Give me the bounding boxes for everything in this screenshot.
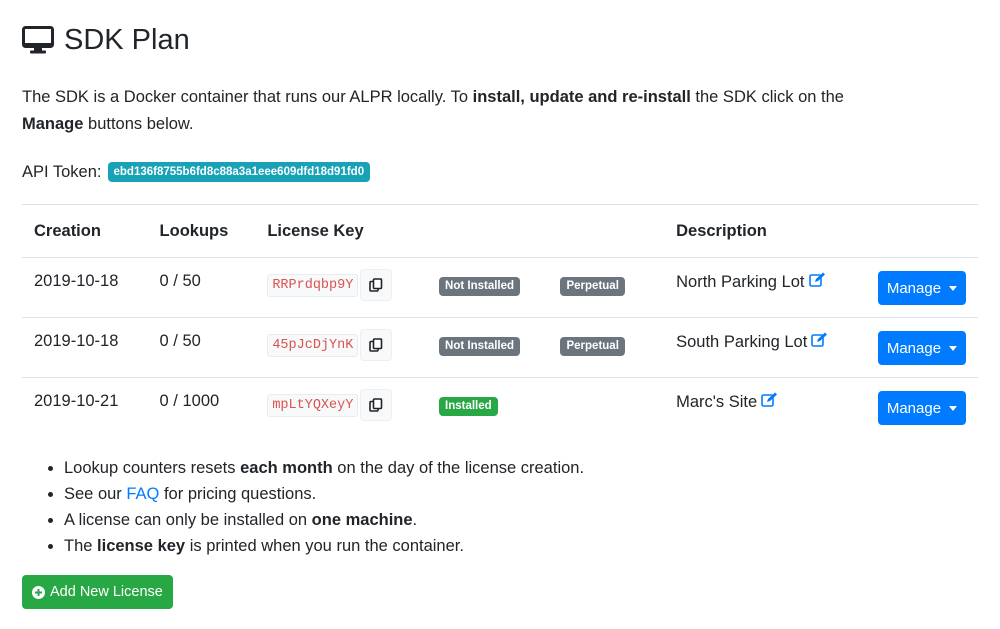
list-item: Lookup counters resets each month on the… — [64, 455, 584, 481]
note-text: See our — [64, 485, 127, 503]
cell-actions: Manage — [865, 257, 978, 318]
cell-license-key: 45pJcDjYnK — [255, 317, 428, 378]
status-badge: Not Installed — [439, 277, 521, 296]
api-token-label: API Token: — [22, 162, 102, 181]
cell-description: Marc's Site — [664, 377, 866, 438]
cell-creation: 2019-10-18 — [22, 257, 148, 318]
table-header-row: Creation Lookups License Key Description — [22, 204, 978, 258]
add-new-license-button[interactable]: Add New License — [22, 575, 173, 609]
note-bold: each month — [240, 459, 333, 477]
status-badge: Installed — [439, 397, 498, 416]
cell-description: South Parking Lot — [664, 317, 866, 378]
status-badge: Not Installed — [439, 337, 521, 356]
edit-icon[interactable] — [808, 272, 826, 292]
manage-button[interactable]: Manage — [877, 331, 966, 365]
api-token-row: API Token: ebd136f8755b6fd8c88a3a1eee609… — [22, 162, 371, 182]
header-description: Description — [664, 204, 866, 258]
note-text: Lookup counters resets — [64, 459, 241, 477]
manage-label: Manage — [886, 339, 942, 357]
header-blank — [865, 204, 978, 258]
note-text: The — [64, 537, 98, 555]
faq-link[interactable]: FAQ — [126, 485, 159, 503]
note-text: is printed when you run the container. — [185, 537, 464, 555]
copy-icon — [369, 398, 383, 412]
cell-actions: Manage — [865, 317, 978, 378]
page-title: SDK Plan — [64, 24, 190, 56]
intro-part: the SDK click on the — [690, 88, 844, 106]
copy-button[interactable] — [360, 389, 393, 421]
manage-button[interactable]: Manage — [877, 391, 966, 425]
license-key-code: 45pJcDjYnK — [267, 333, 359, 357]
caret-down-icon — [949, 405, 958, 411]
cell-lookups: 0 / 1000 — [147, 377, 256, 438]
notes-list: Lookup counters resets each month on the… — [22, 455, 584, 559]
header-blank — [548, 204, 665, 258]
note-text: for pricing questions. — [159, 485, 317, 503]
header-license-key: License Key — [255, 204, 428, 258]
cell-creation: 2019-10-21 — [22, 377, 148, 438]
note-bold: one machine — [311, 511, 413, 529]
edit-icon[interactable] — [761, 392, 778, 412]
licenses-table: Creation Lookups License Key Description… — [22, 204, 978, 438]
table-row: 2019-10-18 0 / 50 45pJcDjYnK Not Install… — [22, 317, 978, 378]
manage-label: Manage — [886, 279, 942, 297]
manage-label: Manage — [886, 399, 942, 417]
copy-icon — [369, 338, 383, 352]
intro-bold: install, update and re-install — [472, 88, 691, 106]
license-key-code: RRPrdqbp9Y — [267, 273, 359, 297]
note-text: on the day of the license creation. — [332, 459, 585, 477]
cell-description: North Parking Lot — [664, 257, 866, 318]
cell-status: Installed — [427, 377, 549, 438]
intro-part: The SDK is a Docker container that runs … — [22, 88, 473, 106]
header-lookups: Lookups — [147, 204, 256, 258]
cell-license-key: mpLtYQXeyY — [255, 377, 428, 438]
sdk-plan-page: SDK Plan The SDK is a Docker container t… — [0, 0, 1000, 629]
header-creation: Creation — [22, 204, 148, 258]
cell-creation: 2019-10-18 — [22, 317, 148, 378]
copy-button[interactable] — [360, 269, 393, 301]
cell-status: Not Installed — [427, 317, 549, 378]
cell-type — [548, 377, 665, 438]
table-row: 2019-10-21 0 / 1000 mpLtYQXeyY Installed — [22, 377, 978, 438]
caret-down-icon — [949, 285, 958, 291]
copy-icon — [369, 278, 383, 292]
page-header: SDK Plan — [22, 22, 190, 58]
cell-status: Not Installed — [427, 257, 549, 318]
caret-down-icon — [949, 345, 958, 351]
api-token-badge[interactable]: ebd136f8755b6fd8c88a3a1eee609dfd18d91fd0 — [107, 162, 371, 182]
intro-bold: Manage — [22, 115, 84, 133]
table-row: 2019-10-18 0 / 50 RRPrdqbp9Y Not Install… — [22, 257, 978, 318]
cell-actions: Manage — [865, 377, 978, 438]
cell-lookups: 0 / 50 — [147, 317, 256, 378]
manage-button[interactable]: Manage — [877, 271, 966, 305]
add-new-license-label: Add New License — [50, 584, 163, 600]
plus-circle-icon — [32, 585, 45, 599]
description-text: Marc's Site — [676, 392, 758, 411]
note-text: A license can only be installed on — [64, 511, 312, 529]
type-badge: Perpetual — [560, 337, 625, 356]
cell-license-key: RRPrdqbp9Y — [255, 257, 428, 318]
type-badge: Perpetual — [560, 277, 625, 296]
desktop-icon — [22, 26, 54, 54]
intro-text: The SDK is a Docker container that runs … — [22, 84, 962, 138]
list-item: A license can only be installed on one m… — [64, 507, 584, 533]
edit-icon[interactable] — [811, 332, 828, 352]
note-text: . — [412, 511, 418, 529]
cell-type: Perpetual — [548, 317, 665, 378]
cell-lookups: 0 / 50 — [147, 257, 256, 318]
header-blank — [427, 204, 549, 258]
cell-type: Perpetual — [548, 257, 665, 318]
list-item: See our FAQ for pricing questions. — [64, 481, 584, 507]
description-text: South Parking Lot — [676, 332, 808, 351]
copy-button[interactable] — [360, 329, 393, 361]
intro-part: buttons below. — [83, 115, 194, 133]
note-bold: license key — [97, 537, 186, 555]
license-key-code: mpLtYQXeyY — [267, 393, 359, 417]
description-text: North Parking Lot — [676, 272, 805, 291]
list-item: The license key is printed when you run … — [64, 533, 584, 559]
